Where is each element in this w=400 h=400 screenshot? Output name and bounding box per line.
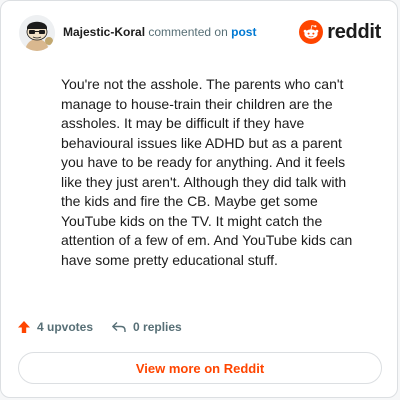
comment-actions: 4 upvotes 0 replies bbox=[17, 317, 200, 337]
upvote-arrow-icon bbox=[18, 321, 30, 333]
user-avatar[interactable] bbox=[19, 15, 55, 51]
upvotes-count: 4 upvotes bbox=[37, 320, 94, 334]
commented-on-text: commented on bbox=[148, 25, 228, 39]
upvote-button[interactable]: 4 upvotes bbox=[17, 320, 93, 334]
reply-arrow-icon bbox=[112, 321, 126, 332]
reddit-brand[interactable]: reddit bbox=[299, 19, 381, 45]
reply-button[interactable]: 0 replies bbox=[111, 320, 182, 334]
post-link[interactable]: post bbox=[231, 25, 256, 39]
reddit-wordmark: reddit bbox=[327, 20, 381, 43]
snoo-avatar-icon bbox=[19, 15, 55, 51]
comment-body: You're not the asshole. The parents who … bbox=[61, 76, 353, 268]
comment-byline: Majestic-Koral commented on post bbox=[63, 25, 256, 39]
username-link[interactable]: Majestic-Koral bbox=[63, 25, 145, 39]
comment-card: Majestic-Koral commented on post reddit … bbox=[0, 0, 398, 398]
comment-header: Majestic-Koral commented on post reddit bbox=[19, 15, 381, 55]
view-more-button[interactable]: View more on Reddit bbox=[18, 352, 382, 384]
replies-count: 0 replies bbox=[133, 320, 182, 334]
reddit-logo-icon bbox=[299, 20, 324, 44]
